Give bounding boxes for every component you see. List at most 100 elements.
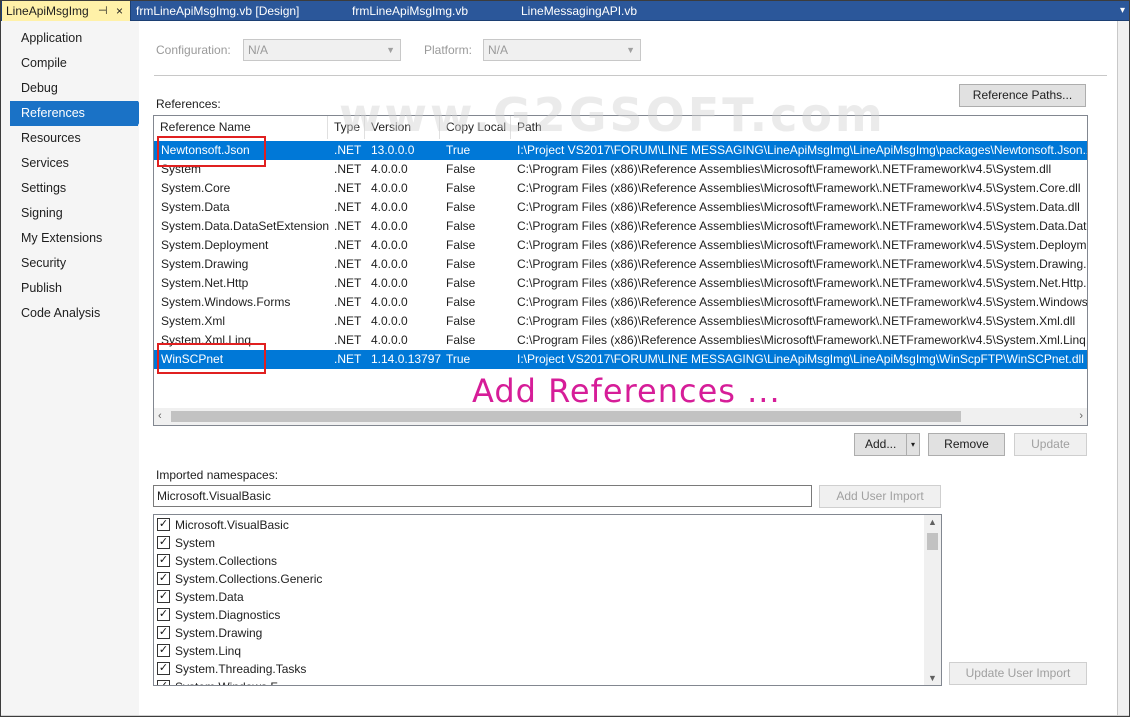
namespace-item-system-linq[interactable]: ✓ System.Linq: [154, 642, 924, 660]
reference-row-system-drawing[interactable]: System.Drawing .NET 4.0.0.0 False C:\Pro…: [154, 255, 1087, 274]
platform-value: N/A: [488, 43, 509, 57]
scroll-up-icon[interactable]: ▲: [928, 517, 937, 527]
reference-type: .NET: [334, 276, 362, 290]
scrollbar-thumb[interactable]: [171, 411, 961, 422]
sidebar-item-settings[interactable]: Settings: [10, 176, 138, 201]
namespace-label: System.Diagnostics: [175, 608, 281, 622]
tab-overflow-dropdown-icon[interactable]: ▾: [1120, 1, 1125, 21]
namespace-item-system-diagnostics[interactable]: ✓ System.Diagnostics: [154, 606, 924, 624]
namespace-checkbox[interactable]: ✓: [157, 554, 170, 567]
references-page: Configuration: N/A ▼ Platform: N/A ▼ Ref…: [139, 21, 1117, 716]
update-reference-button[interactable]: Update: [1014, 433, 1087, 456]
reference-row-newtonsoft-json[interactable]: Newtonsoft.Json .NET 13.0.0.0 True I:\Pr…: [154, 141, 1087, 160]
sidebar-item-code-analysis[interactable]: Code Analysis: [10, 301, 138, 326]
reference-path: C:\Program Files (x86)\Reference Assembl…: [517, 238, 1087, 252]
namespace-checkbox[interactable]: ✓: [157, 644, 170, 657]
namespace-item-system-collections-generic[interactable]: ✓ System.Collections.Generic: [154, 570, 924, 588]
update-user-import-button[interactable]: Update User Import: [949, 662, 1087, 685]
platform-dropdown[interactable]: N/A ▼: [483, 39, 641, 61]
namespace-input[interactable]: Microsoft.VisualBasic: [153, 485, 812, 507]
namespace-checkbox[interactable]: ✓: [157, 572, 170, 585]
namespace-label: System.Linq: [175, 644, 242, 658]
tab-lineapimsgimg[interactable]: LineApiMsgImg ⊣ ×: [1, 1, 131, 21]
reference-copy-local: False: [446, 314, 476, 328]
tab-label: frmLineApiMsgImg.vb: [352, 4, 469, 18]
sidebar-item-publish[interactable]: Publish: [10, 276, 138, 301]
window-right-edge: [1117, 21, 1129, 716]
reference-copy-local: False: [446, 238, 476, 252]
namespace-label: System.Threading.Tasks: [175, 662, 307, 676]
namespace-label: System.Windows.F: [175, 678, 278, 685]
reference-row-system-data-datasetextensions[interactable]: System.Data.DataSetExtensions .NET 4.0.0…: [154, 217, 1087, 236]
scroll-left-icon[interactable]: ‹: [158, 408, 162, 425]
sidebar-item-security[interactable]: Security: [10, 251, 138, 276]
namespace-checkbox[interactable]: ✓: [157, 608, 170, 621]
add-user-import-button[interactable]: Add User Import: [819, 485, 941, 508]
remove-reference-button[interactable]: Remove: [928, 433, 1005, 456]
reference-row-system-net-http[interactable]: System.Net.Http .NET 4.0.0.0 False C:\Pr…: [154, 274, 1087, 293]
vertical-scrollbar[interactable]: ▲ ▼: [924, 515, 941, 685]
namespace-checkbox[interactable]: ✓: [157, 680, 170, 685]
close-icon[interactable]: ×: [116, 1, 123, 21]
reference-name: System.Xml.Linq: [161, 333, 252, 347]
namespace-checkbox[interactable]: ✓: [157, 590, 170, 603]
namespace-checkbox[interactable]: ✓: [157, 518, 170, 531]
reference-row-system-data[interactable]: System.Data .NET 4.0.0.0 False C:\Progra…: [154, 198, 1087, 217]
namespace-label: System.Data: [175, 590, 244, 604]
reference-copy-local: True: [446, 143, 471, 157]
sidebar-item-debug[interactable]: Debug: [10, 76, 138, 101]
sidebar-item-my-extensions[interactable]: My Extensions: [10, 226, 138, 251]
reference-type: .NET: [334, 143, 362, 157]
sidebar-item-services[interactable]: Services: [10, 151, 138, 176]
scroll-down-icon[interactable]: ▼: [928, 673, 937, 683]
tab-frmlineapimsgimg-vb[interactable]: frmLineApiMsgImg.vb: [352, 1, 468, 21]
reference-row-system-windows-forms[interactable]: System.Windows.Forms .NET 4.0.0.0 False …: [154, 293, 1087, 312]
tab-linemessagingapi-vb[interactable]: LineMessagingAPI.vb: [521, 1, 637, 21]
reference-copy-local: False: [446, 276, 476, 290]
reference-name: WinSCPnet: [161, 352, 224, 366]
tab-label: LineMessagingAPI.vb: [521, 4, 638, 18]
reference-row-system-core[interactable]: System.Core .NET 4.0.0.0 False C:\Progra…: [154, 179, 1087, 198]
reference-type: .NET: [334, 295, 362, 309]
scrollbar-thumb[interactable]: [927, 533, 938, 550]
reference-version: 4.0.0.0: [371, 162, 408, 176]
namespace-item-microsoft-visualbasic[interactable]: ✓ Microsoft.VisualBasic: [154, 516, 924, 534]
tab-frmlineapimsgimg-design[interactable]: frmLineApiMsgImg.vb [Design]: [136, 1, 299, 21]
sidebar-item-references[interactable]: References: [10, 101, 145, 126]
imported-namespaces-list[interactable]: ✓ Microsoft.VisualBasic ✓ System ✓ Syste…: [153, 514, 942, 686]
sidebar-item-resources[interactable]: Resources: [10, 126, 138, 151]
reference-name: Newtonsoft.Json: [161, 143, 250, 157]
document-tab-strip: LineApiMsgImg ⊣ × frmLineApiMsgImg.vb [D…: [0, 0, 1130, 21]
scroll-right-icon[interactable]: ›: [1079, 408, 1083, 425]
namespace-item-system-threading-tasks[interactable]: ✓ System.Threading.Tasks: [154, 660, 924, 678]
horizontal-scrollbar[interactable]: ‹ ›: [154, 408, 1087, 425]
reference-path: C:\Program Files (x86)\Reference Assembl…: [517, 200, 1080, 214]
namespace-checkbox[interactable]: ✓: [157, 626, 170, 639]
reference-row-system-xml-linq[interactable]: System.Xml.Linq .NET 4.0.0.0 False C:\Pr…: [154, 331, 1087, 350]
reference-row-system[interactable]: System .NET 4.0.0.0 False C:\Program Fil…: [154, 160, 1087, 179]
chevron-down-icon: ▼: [626, 45, 635, 55]
sidebar-item-signing[interactable]: Signing: [10, 201, 138, 226]
column-header-reference-name[interactable]: Reference Name: [154, 116, 328, 139]
add-reference-button[interactable]: Add... ▾: [854, 433, 920, 456]
reference-path: C:\Program Files (x86)\Reference Assembl…: [517, 162, 1052, 176]
reference-copy-local: False: [446, 219, 476, 233]
namespace-checkbox[interactable]: ✓: [157, 662, 170, 675]
reference-copy-local: True: [446, 352, 471, 366]
namespace-item-system-collections[interactable]: ✓ System.Collections: [154, 552, 924, 570]
reference-row-system-xml[interactable]: System.Xml .NET 4.0.0.0 False C:\Program…: [154, 312, 1087, 331]
pin-icon[interactable]: ⊣: [98, 1, 108, 21]
namespace-item-system-windows-forms[interactable]: ✓ System.Windows.F: [154, 678, 924, 685]
namespace-checkbox[interactable]: ✓: [157, 536, 170, 549]
namespace-item-system-data[interactable]: ✓ System.Data: [154, 588, 924, 606]
namespace-item-system-drawing[interactable]: ✓ System.Drawing: [154, 624, 924, 642]
reference-row-winscpnet[interactable]: WinSCPnet .NET 1.14.0.13797 True I:\Proj…: [154, 350, 1087, 369]
namespace-item-system[interactable]: ✓ System: [154, 534, 924, 552]
configuration-label: Configuration:: [156, 43, 231, 57]
add-dropdown-icon[interactable]: ▾: [906, 434, 919, 455]
sidebar-item-application[interactable]: Application: [10, 26, 138, 51]
reference-row-system-deployment[interactable]: System.Deployment .NET 4.0.0.0 False C:\…: [154, 236, 1087, 255]
reference-paths-button[interactable]: Reference Paths...: [959, 84, 1086, 107]
sidebar-item-compile[interactable]: Compile: [10, 51, 138, 76]
configuration-dropdown[interactable]: N/A ▼: [243, 39, 401, 61]
